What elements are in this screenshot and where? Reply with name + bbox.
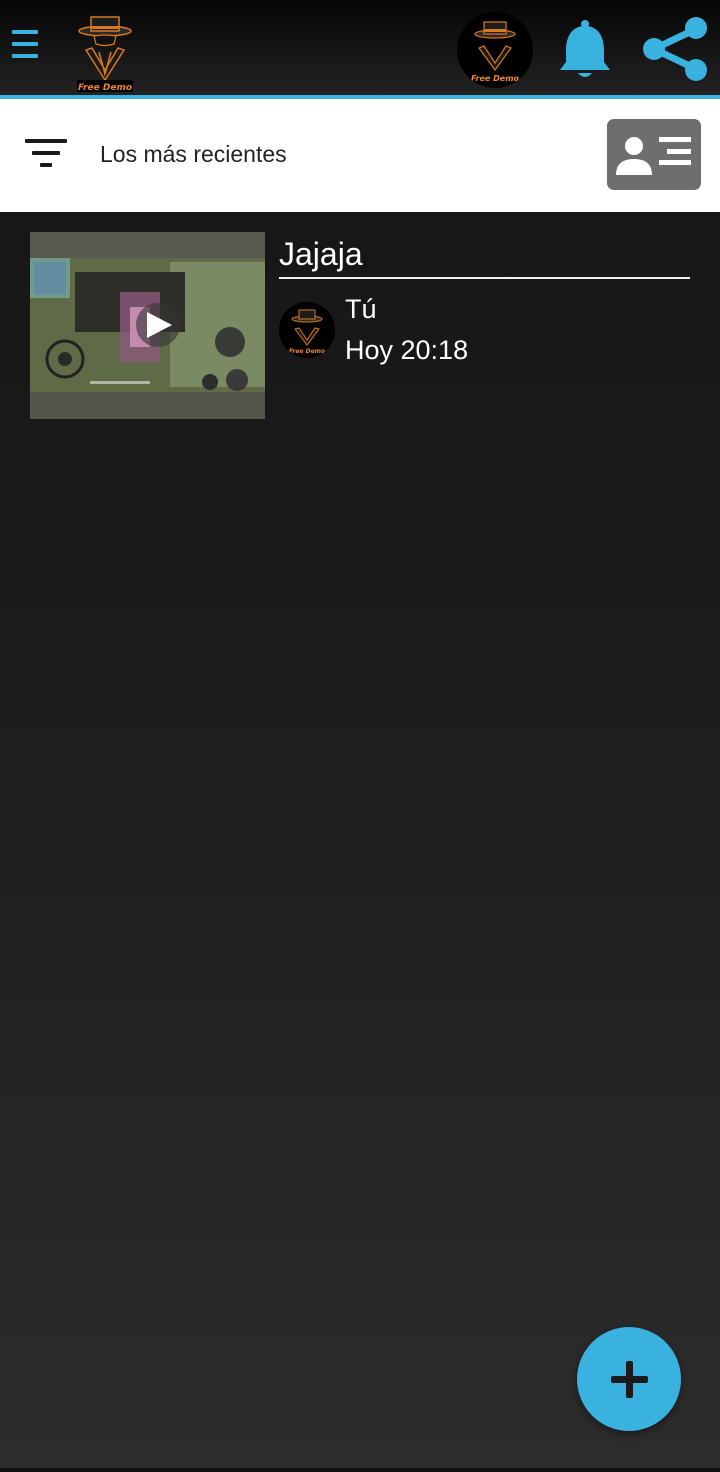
contact-card-icon[interactable] bbox=[607, 119, 701, 190]
add-post-button[interactable] bbox=[577, 1327, 681, 1431]
sort-label[interactable]: Los más recientes bbox=[100, 141, 287, 168]
user-avatar[interactable]: Free Demo bbox=[457, 12, 533, 88]
filter-sort-icon[interactable] bbox=[24, 139, 68, 171]
sort-bar: Los más recientes bbox=[0, 99, 720, 212]
share-icon[interactable] bbox=[640, 16, 710, 82]
video-thumbnail[interactable] bbox=[30, 232, 265, 419]
top-app-bar: Free Demo Free Demo bbox=[0, 0, 720, 95]
app-logo: Free Demo bbox=[77, 16, 133, 93]
post-list-item[interactable]: Jajaja Free Demo Tú Hoy 20:18 bbox=[30, 232, 692, 420]
hamburger-menu-icon[interactable] bbox=[10, 30, 42, 66]
post-title[interactable]: Jajaja bbox=[279, 236, 363, 273]
author-avatar[interactable]: Free Demo bbox=[279, 302, 335, 358]
title-divider bbox=[279, 277, 690, 279]
bell-icon[interactable] bbox=[556, 18, 614, 80]
svg-text:Free Demo: Free Demo bbox=[471, 74, 520, 83]
post-author: Tú bbox=[345, 294, 377, 324]
bottom-edge bbox=[0, 1468, 720, 1472]
svg-text:Free Demo: Free Demo bbox=[289, 348, 325, 355]
logo-text: Free Demo bbox=[78, 83, 132, 93]
plus-icon bbox=[611, 1361, 648, 1398]
post-timestamp: Hoy 20:18 bbox=[345, 335, 469, 365]
